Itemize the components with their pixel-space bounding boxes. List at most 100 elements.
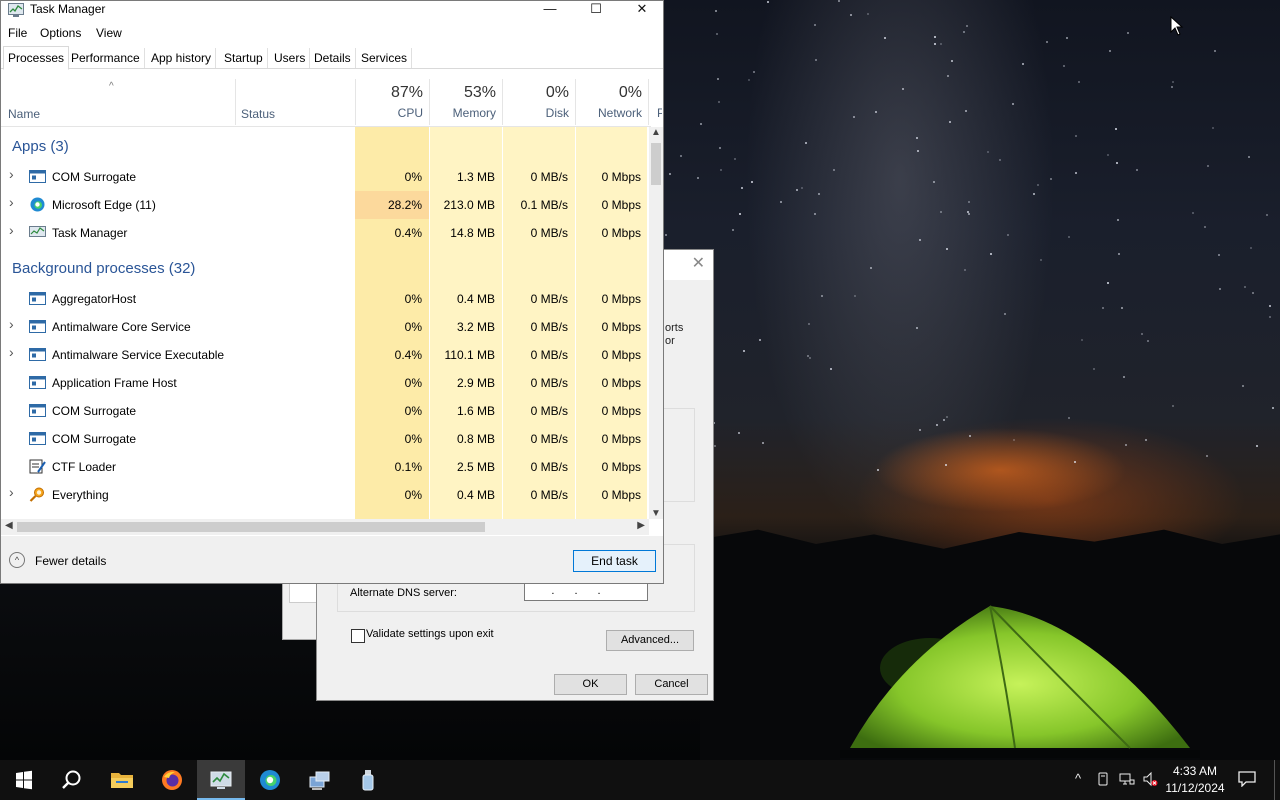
column-name[interactable]: Name: [8, 107, 40, 121]
process-row[interactable]: Application Frame Host 0% 2.9 MB 0 MB/s 0 Mb…: [1, 369, 647, 397]
column-disk[interactable]: 0% Disk: [502, 79, 575, 125]
expand-chevron-icon[interactable]: ›: [9, 344, 14, 360]
menu-view[interactable]: View: [96, 26, 122, 40]
network-status-icon[interactable]: [1119, 771, 1135, 787]
star: [964, 269, 967, 272]
tab-performance[interactable]: Performance: [67, 48, 145, 68]
column-power[interactable]: P: [648, 79, 662, 125]
start-button[interactable]: [0, 760, 48, 800]
process-row[interactable]: AggregatorHost 0% 0.4 MB 0 MB/s 0 Mbps: [1, 285, 647, 313]
tab-services[interactable]: Services: [357, 48, 413, 68]
validate-settings-checkbox[interactable]: [351, 629, 365, 643]
column-network[interactable]: 0% Network: [575, 79, 648, 125]
clock-date[interactable]: 11/12/2024: [1162, 781, 1228, 795]
star: [813, 212, 816, 215]
validate-settings-label[interactable]: Validate settings upon exit: [366, 628, 494, 640]
ok-button[interactable]: OK: [554, 674, 627, 695]
process-row[interactable]: › Antimalware Core Service 0% 3.2 MB 0 MB/s 0…: [1, 313, 647, 341]
advanced-button[interactable]: Advanced...: [606, 630, 694, 651]
volume-muted-icon[interactable]: [1142, 771, 1158, 787]
process-memory-value: 1.6 MB: [456, 404, 495, 418]
process-row[interactable]: CTF Loader 0.1% 2.5 MB 0 MB/s 0 Mbps: [1, 453, 647, 481]
horizontal-scroll-thumb[interactable]: [17, 522, 485, 532]
usb-drive-button[interactable]: [344, 760, 392, 800]
tab-users[interactable]: Users: [270, 48, 311, 68]
vertical-scrollbar[interactable]: ▲ ▼: [649, 127, 663, 519]
tab-app-history[interactable]: App history: [147, 48, 217, 68]
end-task-button[interactable]: End task: [573, 550, 656, 572]
task-manager-titlebar[interactable]: Task Manager — ☐ ✕: [1, 1, 663, 21]
action-center-icon[interactable]: [1238, 771, 1256, 787]
search-button[interactable]: [48, 760, 96, 800]
tab-details[interactable]: Details: [310, 48, 356, 68]
minimize-button[interactable]: —: [527, 1, 573, 19]
tablet-mode-icon[interactable]: [1095, 771, 1111, 787]
group-header-background[interactable]: Background processes (32): [12, 260, 195, 277]
process-row[interactable]: COM Surrogate 0% 1.6 MB 0 MB/s 0 Mbps: [1, 397, 647, 425]
expand-chevron-icon[interactable]: ›: [9, 484, 14, 500]
scroll-right-icon[interactable]: ▶: [637, 520, 645, 531]
menu-file[interactable]: File: [8, 26, 27, 40]
star: [813, 24, 816, 27]
show-desktop-button[interactable]: [1274, 760, 1277, 800]
process-network-value: 0 Mbps: [601, 460, 641, 474]
expand-chevron-icon[interactable]: ›: [9, 194, 14, 210]
scroll-down-icon[interactable]: ▼: [651, 508, 661, 519]
star: [1107, 153, 1110, 156]
scroll-up-icon[interactable]: ▲: [651, 127, 661, 138]
star: [1247, 155, 1250, 158]
process-network-value: 0 Mbps: [601, 198, 641, 212]
star: [1217, 253, 1220, 256]
process-row[interactable]: › Task Manager 0.4% 14.8 MB 0 MB/s 0 Mbps: [1, 219, 647, 247]
star: [939, 210, 942, 213]
process-row[interactable]: › Everything 0% 0.4 MB 0 MB/s 0 Mbps: [1, 481, 647, 509]
horizontal-scrollbar[interactable]: ◀ ▶: [1, 519, 649, 535]
tab-startup[interactable]: Startup: [220, 48, 268, 68]
expand-chevron-icon[interactable]: ›: [9, 316, 14, 332]
star: [945, 247, 948, 250]
process-row[interactable]: › Antimalware Service Executable 0.4% 110.1…: [1, 341, 647, 369]
process-row[interactable]: COM Surrogate 0% 0.8 MB 0 MB/s 0 Mbps: [1, 425, 647, 453]
process-name: Application Frame Host: [52, 376, 177, 390]
star: [919, 429, 922, 432]
chevron-up-icon[interactable]: ^: [9, 552, 25, 568]
star: [1243, 285, 1246, 288]
column-status[interactable]: Status: [241, 107, 275, 121]
expand-chevron-icon[interactable]: ›: [9, 222, 14, 238]
close-button[interactable]: ✕: [619, 1, 665, 19]
cancel-button[interactable]: Cancel: [635, 674, 708, 695]
scroll-left-icon[interactable]: ◀: [5, 520, 13, 531]
fewer-details-link[interactable]: Fewer details: [35, 554, 106, 568]
star: [733, 157, 736, 160]
clock-time[interactable]: 4:33 AM: [1170, 764, 1220, 778]
star: [1074, 134, 1077, 137]
star: [876, 469, 879, 472]
process-row-partial[interactable]: [1, 509, 647, 519]
alternate-dns-input[interactable]: ...: [524, 583, 648, 601]
disk-label: Disk: [545, 106, 569, 120]
file-explorer-button[interactable]: [98, 760, 146, 800]
vertical-scroll-thumb[interactable]: [651, 143, 661, 185]
task-manager-taskbar-button[interactable]: [197, 760, 245, 800]
expand-chevron-icon[interactable]: ›: [9, 166, 14, 182]
process-memory-value: 0.8 MB: [456, 432, 495, 446]
star: [1191, 211, 1194, 214]
firefox-button[interactable]: [148, 760, 196, 800]
group-header-apps[interactable]: Apps (3): [12, 138, 69, 155]
maximize-button[interactable]: ☐: [573, 1, 619, 19]
process-row[interactable]: › COM Surrogate 0% 1.3 MB 0 MB/s 0 Mbps: [1, 163, 647, 191]
network-settings-button[interactable]: [295, 760, 343, 800]
dialog-close-icon[interactable]: ✕: [692, 256, 705, 272]
column-cpu[interactable]: 87% CPU: [355, 79, 429, 125]
show-hidden-icons-chevron-icon[interactable]: ^: [1070, 771, 1086, 787]
column-memory[interactable]: 53% Memory: [429, 79, 502, 125]
star: [759, 339, 762, 342]
tab-processes[interactable]: Processes: [3, 46, 70, 70]
star: [762, 441, 765, 444]
menu-options[interactable]: Options: [40, 26, 81, 40]
star: [752, 70, 755, 73]
star: [1037, 184, 1040, 187]
edge-button[interactable]: [246, 760, 294, 800]
process-row[interactable]: › Microsoft Edge (11) 28.2% 213.0 MB 0.1 MB/…: [1, 191, 647, 219]
star: [766, 1, 769, 4]
